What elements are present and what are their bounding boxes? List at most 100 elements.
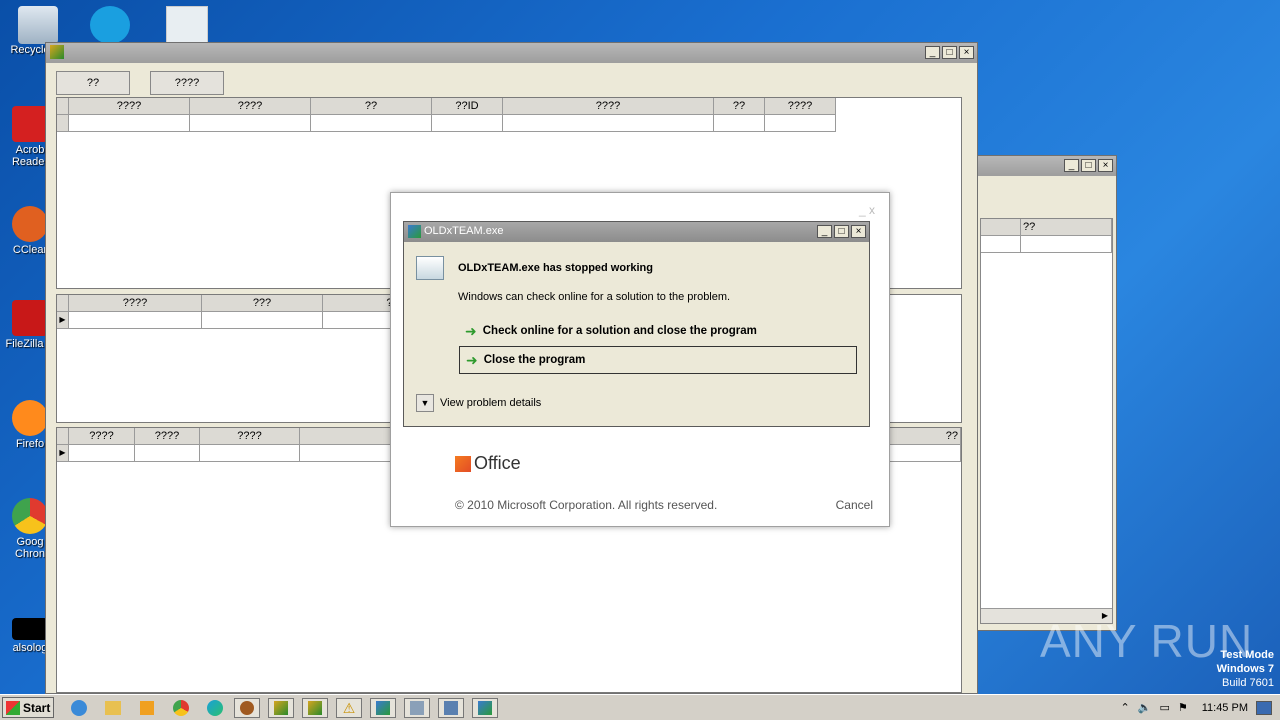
office-dialog-controls: _ x [859,203,875,217]
grid-cell[interactable] [432,115,503,132]
grid-cell[interactable] [69,115,190,132]
error-report-icon[interactable] [370,698,396,718]
cancel-button[interactable]: Cancel [836,498,873,512]
start-label: Start [23,700,51,715]
minimize-button[interactable]: _ [817,225,832,238]
show-desktop-icon[interactable] [1256,700,1272,715]
dialog-title: OLDxTEAM.exe [424,225,504,237]
close-button[interactable]: × [959,46,974,59]
column-header[interactable]: ???? [69,295,202,312]
edge-icon[interactable] [202,698,228,718]
grid-cell[interactable] [69,312,202,329]
green-arrow-icon: ➜ [465,322,477,339]
minimize-button[interactable]: _ [1064,159,1079,172]
network-app-icon[interactable] [404,698,430,718]
close-button[interactable]: × [851,225,866,238]
close-button[interactable]: × [1098,159,1113,172]
error-report-icon[interactable] [472,698,498,718]
recycle-bin-icon[interactable] [18,6,58,44]
taskbar: Start ⚠ ⌃ 🔈 ▭ ⚑ 11:45 PM [0,694,1280,720]
row-header[interactable] [57,115,69,132]
column-header[interactable]: ?? [1021,219,1112,236]
grid-cell[interactable] [1021,236,1112,253]
grid-cell[interactable] [503,115,714,132]
close-button[interactable]: x [869,203,875,217]
test-mode-line: Test Mode [1220,649,1274,661]
media-player-icon[interactable] [134,698,160,718]
column-header[interactable] [981,219,1021,236]
title-bar[interactable]: OLDxTEAM.exe _ □ × [404,222,869,242]
grid-cell[interactable] [190,115,311,132]
minimize-button[interactable]: _ [925,46,940,59]
grid-cell[interactable] [135,445,200,462]
second-window[interactable]: _ □ × ?? ▶ [976,155,1117,631]
network-icon[interactable]: ▭ [1159,701,1169,714]
maximize-button[interactable]: □ [834,225,849,238]
current-row-icon[interactable]: ▶ [57,445,69,462]
grid-cell[interactable] [714,115,765,132]
grid-cell[interactable] [202,312,323,329]
column-header[interactable]: ??? [202,295,323,312]
document-icon[interactable] [166,6,208,46]
volume-icon[interactable]: 🔈 [1138,701,1152,714]
error-heading: OLDxTEAM.exe has stopped working [458,262,653,274]
shortcut-icon [12,618,48,640]
window-app-icon[interactable] [438,698,464,718]
copyright-text: © 2010 Microsoft Corporation. All rights… [455,498,718,512]
column-header[interactable]: ???? [69,98,190,115]
error-dialog[interactable]: OLDxTEAM.exe _ □ × OLDxTEAM.exe has stop… [403,221,870,427]
title-bar[interactable]: _ □ × [977,156,1116,176]
column-header[interactable]: ???? [135,428,200,445]
option-label: Close the program [483,354,586,366]
oldxteam-app-icon[interactable] [268,698,294,718]
start-button[interactable]: Start [2,697,54,718]
grid-cell[interactable] [311,115,432,132]
toolbar-button-2[interactable]: ???? [150,71,224,95]
title-bar[interactable]: _ □ × [46,43,977,63]
grid-cell[interactable] [200,445,300,462]
warning-icon[interactable]: ⚠ [336,698,362,718]
ie-icon[interactable] [66,698,92,718]
chrome-icon[interactable] [168,698,194,718]
toolbar-button-1[interactable]: ?? [56,71,130,95]
minimize-button[interactable]: _ [859,203,866,217]
table-row[interactable] [57,115,961,132]
oldxteam-app-icon[interactable] [302,698,328,718]
close-program-button[interactable]: ➜ Close the program [459,346,857,374]
green-arrow-icon: ➜ [466,351,478,368]
grid-cell[interactable] [981,236,1021,253]
chevron-down-icon[interactable]: ▼ [416,394,434,412]
column-header[interactable]: ??ID [432,98,503,115]
test-mode-line: Windows 7 [1216,663,1274,675]
maximize-button[interactable]: □ [1081,159,1096,172]
clock[interactable]: 11:45 PM [1202,702,1248,714]
column-header[interactable]: ?? [311,98,432,115]
maximize-button[interactable]: □ [942,46,957,59]
skype-icon[interactable] [90,6,130,44]
column-header[interactable]: ???? [69,428,135,445]
current-row-icon[interactable]: ▶ [57,312,69,329]
filezilla-icon [12,300,48,336]
second-window-grid: ?? ▶ [980,218,1113,624]
taskbar-app-icon[interactable] [234,698,260,718]
explorer-icon[interactable] [100,698,126,718]
view-problem-details[interactable]: ▼ View problem details [416,394,541,412]
check-online-button[interactable]: ➜ Check online for a solution and close … [459,317,857,345]
column-header[interactable]: ?? [714,98,765,115]
grid-cell[interactable] [69,445,135,462]
option-label: Check online for a solution and close th… [482,325,757,337]
office-logo: Office [455,453,521,474]
toolbar: ?? ???? [56,71,224,95]
acrobat-reader-icon [12,106,48,142]
row-header-corner [57,428,69,445]
grid-cell[interactable] [765,115,836,132]
app-icon [50,45,64,59]
column-header[interactable]: ???? [503,98,714,115]
row-header-corner [57,295,69,312]
column-header[interactable]: ???? [190,98,311,115]
action-center-flag-icon[interactable]: ⚑ [1178,701,1188,714]
column-header[interactable]: ???? [200,428,300,445]
windows-flag-icon [6,700,20,715]
show-hidden-icons-icon[interactable]: ⌃ [1121,701,1130,714]
column-header[interactable]: ???? [765,98,836,115]
